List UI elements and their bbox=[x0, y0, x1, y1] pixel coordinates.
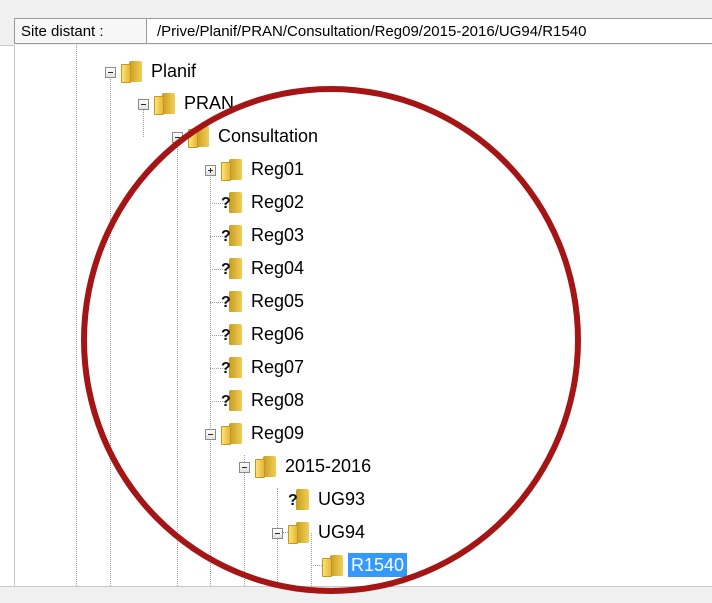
tree-node-reg08[interactable]: ? Reg08 bbox=[199, 386, 399, 414]
tree-node-ug93[interactable]: ? UG93 bbox=[266, 485, 466, 513]
tree-node-reg01[interactable]: Reg01 bbox=[199, 155, 399, 183]
tree-node-label: PRAN bbox=[184, 93, 235, 113]
unknown-folder-icon: ? bbox=[288, 489, 310, 511]
tree-guide-line bbox=[177, 137, 178, 602]
collapse-toggle[interactable] bbox=[272, 528, 283, 539]
collapse-toggle[interactable] bbox=[138, 99, 149, 110]
tree-node-reg09[interactable]: Reg09 bbox=[199, 419, 399, 447]
collapse-toggle[interactable] bbox=[205, 429, 216, 440]
unknown-folder-icon: ? bbox=[221, 258, 243, 280]
unknown-folder-icon: ? bbox=[221, 357, 243, 379]
tree-node-label: UG93 bbox=[318, 489, 366, 509]
tree-node-reg05[interactable]: ? Reg05 bbox=[199, 287, 399, 315]
unknown-folder-icon: ? bbox=[221, 390, 243, 412]
folder-icon bbox=[221, 423, 243, 445]
tree-node-planif[interactable]: Planif bbox=[99, 57, 299, 85]
tree-node-label: Planif bbox=[151, 61, 197, 81]
tree-node-label: Reg09 bbox=[251, 423, 305, 443]
tree-guide-line bbox=[110, 77, 111, 602]
tree-guide-line bbox=[76, 45, 77, 602]
window-bottom-edge bbox=[0, 586, 712, 603]
unknown-folder-icon: ? bbox=[221, 291, 243, 313]
collapse-toggle[interactable] bbox=[105, 67, 116, 78]
collapse-toggle[interactable] bbox=[239, 462, 250, 473]
tree-node-label: Reg04 bbox=[251, 258, 305, 278]
tree-node-r1540[interactable]: R1540 bbox=[300, 551, 500, 579]
tree-node-label-selected: R1540 bbox=[348, 553, 408, 577]
unknown-folder-icon: ? bbox=[221, 192, 243, 214]
tree-node-label: Reg03 bbox=[251, 225, 305, 245]
folder-icon bbox=[288, 522, 310, 544]
tree-node-reg07[interactable]: ? Reg07 bbox=[199, 353, 399, 381]
remote-site-bar: Site distant : /Prive/Planif/PRAN/Consul… bbox=[0, 0, 712, 46]
tree-node-label: Reg01 bbox=[251, 159, 305, 179]
tree-node-2015-2016[interactable]: 2015-2016 bbox=[233, 452, 433, 480]
tree-node-label: Reg05 bbox=[251, 291, 305, 311]
collapse-toggle[interactable] bbox=[172, 132, 183, 143]
folder-icon bbox=[154, 93, 176, 115]
tree-node-label: Reg06 bbox=[251, 324, 305, 344]
unknown-folder-icon: ? bbox=[221, 324, 243, 346]
tree-node-reg06[interactable]: ? Reg06 bbox=[199, 320, 399, 348]
tree-node-pran[interactable]: PRAN bbox=[132, 89, 332, 117]
remote-site-label: Site distant : bbox=[14, 18, 146, 44]
tree-node-label: 2015-2016 bbox=[285, 456, 372, 476]
tree-node-reg02[interactable]: ? Reg02 bbox=[199, 188, 399, 216]
tree-node-label: Reg08 bbox=[251, 390, 305, 410]
folder-icon bbox=[121, 61, 143, 83]
tree-node-reg03[interactable]: ? Reg03 bbox=[199, 221, 399, 249]
tree-node-label: Reg02 bbox=[251, 192, 305, 212]
expand-toggle[interactable] bbox=[205, 165, 216, 176]
remote-directory-tree[interactable]: Planif PRAN Consultation Reg01 ? Reg02 ?… bbox=[14, 45, 712, 602]
folder-icon bbox=[221, 159, 243, 181]
tree-node-label: Reg07 bbox=[251, 357, 305, 377]
remote-path-field[interactable]: /Prive/Planif/PRAN/Consultation/Reg09/20… bbox=[146, 18, 712, 44]
folder-icon bbox=[322, 555, 344, 577]
folder-icon bbox=[255, 456, 277, 478]
tree-node-consultation[interactable]: Consultation bbox=[166, 122, 386, 150]
folder-icon bbox=[188, 126, 210, 148]
tree-node-ug94[interactable]: UG94 bbox=[266, 518, 466, 546]
tree-node-label: Consultation bbox=[218, 126, 319, 146]
tree-node-label: UG94 bbox=[318, 522, 366, 542]
tree-node-reg04[interactable]: ? Reg04 bbox=[199, 254, 399, 282]
unknown-folder-icon: ? bbox=[221, 225, 243, 247]
